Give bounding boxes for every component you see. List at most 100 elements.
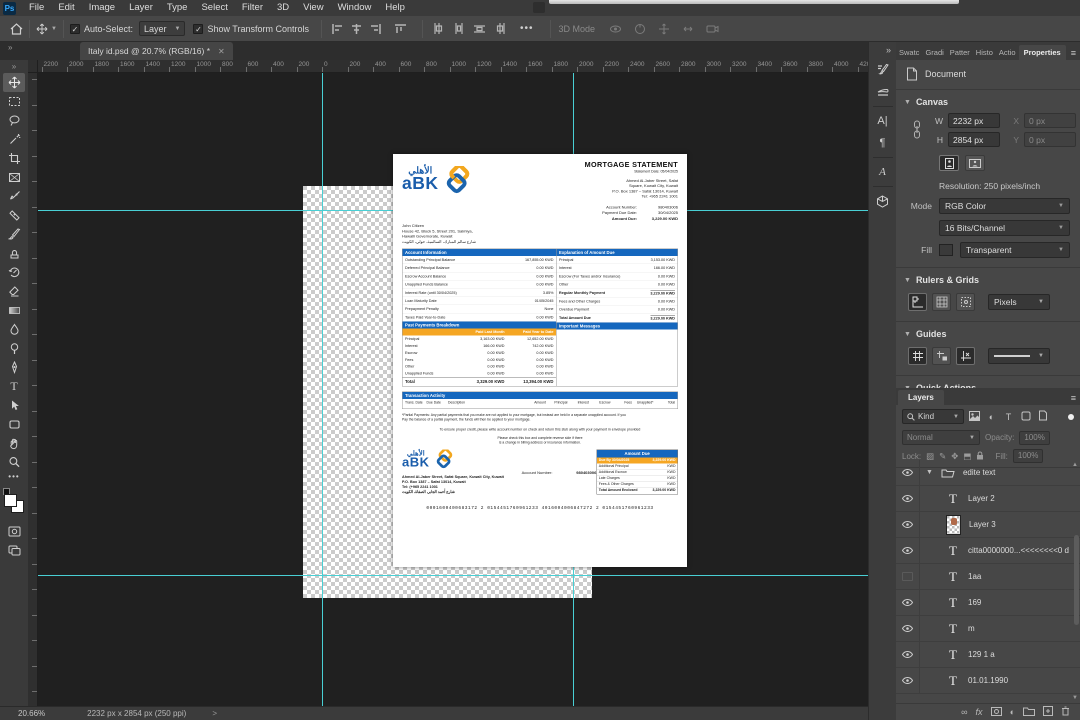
- panel-menu-icon[interactable]: ≡: [1067, 48, 1080, 60]
- menu-3d[interactable]: 3D: [270, 0, 296, 16]
- tab-gradients[interactable]: Gradi: [922, 45, 946, 60]
- layers-scrollbar[interactable]: [1074, 535, 1079, 625]
- filter-pixel-layers-icon[interactable]: [968, 410, 981, 423]
- zoom-level[interactable]: 20.66%: [18, 709, 45, 718]
- toggle-rulers-button[interactable]: [908, 293, 927, 311]
- zoom-tool[interactable]: [3, 453, 25, 472]
- align-left-icon[interactable]: [332, 23, 343, 34]
- scroll-down-icon[interactable]: ▼: [1072, 695, 1078, 701]
- distribute-right-icon[interactable]: [495, 23, 505, 34]
- guide-vertical-1[interactable]: [322, 73, 323, 706]
- auto-select-dropdown[interactable]: Layer ▼: [138, 21, 186, 36]
- auto-select-checkbox[interactable]: ✓: [69, 23, 80, 34]
- glyphs-panel-icon[interactable]: A: [871, 161, 895, 183]
- layer-row-text[interactable]: T 129 1 a: [896, 642, 1080, 668]
- paragraph-panel-icon[interactable]: ¶: [871, 132, 895, 154]
- eyedropper-tool[interactable]: [3, 187, 25, 206]
- portrait-orientation-button[interactable]: [939, 155, 959, 171]
- tab-overflow-icon[interactable]: »: [8, 43, 12, 52]
- horizontal-ruler[interactable]: 2200 2000 1800 1600 1400 1200 1000 800 600 400 200…: [38, 60, 868, 73]
- visibility-toggle[interactable]: [896, 538, 920, 563]
- mortgage-statement-document[interactable]: الأهلي aBK MORTGAGE STATEMENT Statement …: [393, 154, 687, 567]
- pen-tool[interactable]: [3, 358, 25, 377]
- lock-guides-button[interactable]: [932, 347, 951, 365]
- link-dimensions-icon[interactable]: [910, 120, 924, 140]
- screen-mode-button[interactable]: [3, 541, 25, 560]
- home-icon[interactable]: [10, 22, 23, 35]
- clear-guides-button[interactable]: [956, 347, 975, 365]
- menu-layer[interactable]: Layer: [122, 0, 160, 16]
- layer-row-text[interactable]: T 01.01.1990: [896, 668, 1080, 694]
- align-right-icon[interactable]: [370, 23, 381, 34]
- scroll-up-icon[interactable]: ▲: [1072, 462, 1078, 468]
- brush-tool[interactable]: [3, 225, 25, 244]
- edit-toolbar-icon[interactable]: •••: [8, 472, 19, 486]
- quick-mask-mode-button[interactable]: [3, 522, 25, 541]
- toggle-snap-button[interactable]: [956, 293, 975, 311]
- layers-panel-menu-icon[interactable]: ≡: [1067, 393, 1080, 405]
- rectangular-marquee-tool[interactable]: [3, 92, 25, 111]
- canvas-viewport[interactable]: الأهلي aBK MORTGAGE STATEMENT Statement …: [38, 73, 868, 706]
- color-swatches[interactable]: [3, 488, 25, 514]
- vertical-ruler[interactable]: [28, 73, 38, 706]
- color-mode-dropdown[interactable]: RGB Color ▼: [939, 198, 1070, 214]
- type-tool[interactable]: T: [3, 377, 25, 396]
- menu-file[interactable]: File: [22, 0, 51, 16]
- tab-patterns[interactable]: Patter: [947, 45, 973, 60]
- menu-edit[interactable]: Edit: [51, 0, 81, 16]
- blur-tool[interactable]: [3, 320, 25, 339]
- menu-image[interactable]: Image: [82, 0, 122, 16]
- menu-window[interactable]: Window: [331, 0, 379, 16]
- visibility-toggle[interactable]: [896, 512, 920, 537]
- brushes-panel-icon[interactable]: [871, 81, 895, 103]
- visibility-toggle[interactable]: [896, 590, 920, 615]
- tab-layers[interactable]: Layers: [898, 390, 944, 405]
- layer-row-text[interactable]: T 169: [896, 590, 1080, 616]
- ruler-units-dropdown[interactable]: Pixels ▼: [988, 294, 1050, 310]
- landscape-orientation-button[interactable]: [965, 155, 985, 171]
- menu-view[interactable]: View: [296, 0, 330, 16]
- menu-type[interactable]: Type: [160, 0, 195, 16]
- character-panel-icon[interactable]: A|: [871, 110, 895, 132]
- layer-row-text[interactable]: T Layer 2: [896, 486, 1080, 512]
- layer-row-text[interactable]: T m: [896, 616, 1080, 642]
- layer-row-text-hidden[interactable]: T 1aa: [896, 564, 1080, 590]
- y-input[interactable]: 0 px: [1024, 132, 1076, 147]
- rulers-grids-section-title[interactable]: ▼ Rulers & Grids: [896, 268, 1080, 289]
- adjustment-layer-icon[interactable]: ◐: [1010, 707, 1015, 717]
- delete-layer-icon[interactable]: [1061, 706, 1070, 718]
- tab-properties[interactable]: Properties: [1018, 45, 1066, 60]
- distribute-left-icon[interactable]: [434, 23, 444, 34]
- expand-panels-icon[interactable]: »: [886, 45, 896, 55]
- brush-settings-icon[interactable]: [871, 59, 895, 81]
- guides-section-title[interactable]: ▼ Guides: [896, 322, 1080, 343]
- close-icon[interactable]: ✕: [218, 47, 225, 56]
- height-input[interactable]: 2854 px: [948, 132, 1000, 147]
- fill-dropdown[interactable]: Transparent ▼: [960, 242, 1070, 258]
- layer-row-image[interactable]: Layer 3: [896, 512, 1080, 538]
- visibility-toggle[interactable]: [896, 642, 920, 667]
- move-tool-preset-icon[interactable]: ▼: [36, 23, 57, 35]
- filter-toggle-icon[interactable]: [1068, 413, 1074, 420]
- tab-history[interactable]: Histo: [973, 45, 996, 60]
- lasso-tool[interactable]: [3, 111, 25, 130]
- width-input[interactable]: 2232 px: [948, 113, 1000, 128]
- fill-swatch[interactable]: [939, 244, 953, 256]
- distribute-vertical-icon[interactable]: [474, 24, 485, 34]
- distribute-center-icon[interactable]: [454, 23, 464, 34]
- layer-filter-kind-dropdown[interactable]: Kind ▼: [902, 409, 964, 424]
- layer-effects-icon[interactable]: fx: [976, 707, 983, 717]
- tab-swatches[interactable]: Swatc: [896, 45, 922, 60]
- visibility-toggle[interactable]: [896, 486, 920, 511]
- rectangle-tool[interactable]: [3, 415, 25, 434]
- hand-tool[interactable]: [3, 434, 25, 453]
- 3d-panel-icon[interactable]: [871, 190, 895, 212]
- layer-row-text[interactable]: T citta0000000...<<<<<<<<0 d: [896, 538, 1080, 564]
- history-brush-tool[interactable]: [3, 263, 25, 282]
- toggle-grid-button[interactable]: [932, 293, 951, 311]
- align-top-icon[interactable]: [395, 23, 406, 34]
- new-group-icon[interactable]: [1023, 707, 1035, 718]
- move-tool[interactable]: [3, 73, 25, 92]
- menu-select[interactable]: Select: [194, 0, 234, 16]
- layer-mask-icon[interactable]: [990, 706, 1002, 718]
